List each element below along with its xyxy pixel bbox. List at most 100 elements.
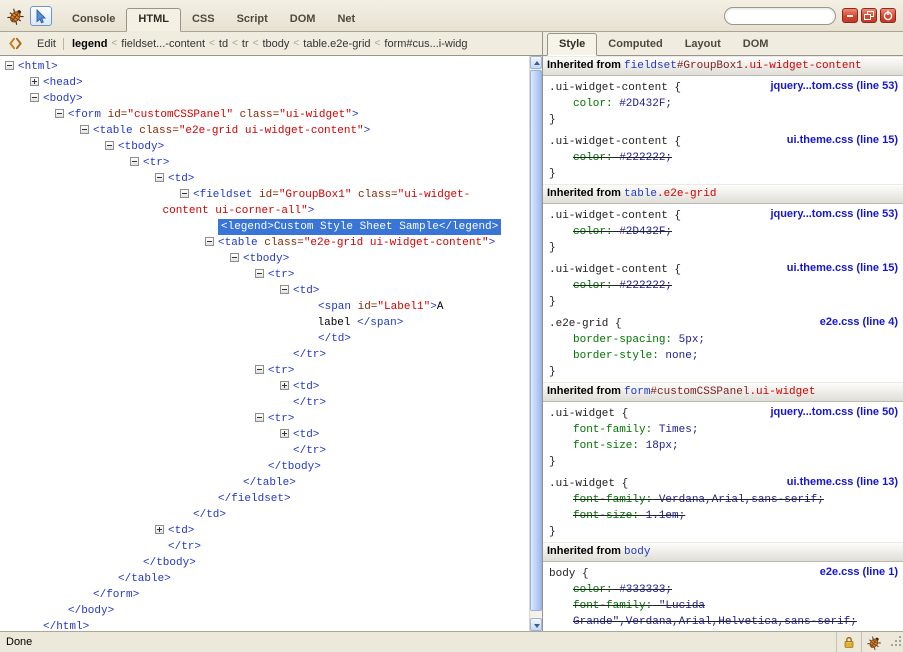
collapse-icon[interactable]: [55, 109, 64, 118]
tree-node-line[interactable]: <table class="e2e-grid ui-widget-content…: [0, 123, 529, 139]
tree-node-line[interactable]: </table>: [0, 571, 529, 587]
stylesheet-link[interactable]: jquery...tom.css (line 53): [770, 208, 898, 220]
search-input[interactable]: [724, 7, 836, 25]
stylesheet-link[interactable]: jquery...tom.css (line 53): [770, 80, 898, 92]
css-declaration[interactable]: font-family: Times;: [549, 422, 883, 438]
side-tab-computed[interactable]: Computed: [597, 34, 673, 55]
tree-node-line[interactable]: <tbody>: [0, 139, 529, 155]
tab-console[interactable]: Console: [61, 8, 126, 31]
tab-script[interactable]: Script: [226, 8, 279, 31]
resize-grip-icon[interactable]: [887, 632, 903, 652]
power-off-button[interactable]: [880, 8, 896, 23]
css-declaration[interactable]: font-size: 18px;: [549, 438, 883, 454]
tree-node-line[interactable]: </tbody>: [0, 459, 529, 475]
tab-html[interactable]: HTML: [126, 8, 181, 32]
css-declaration[interactable]: color: #222222;: [549, 150, 883, 166]
tree-node-line[interactable]: </body>: [0, 603, 529, 619]
expand-icon[interactable]: [155, 525, 164, 534]
tree-node-line[interactable]: </form>: [0, 587, 529, 603]
edit-html-icon[interactable]: [4, 34, 26, 54]
inspect-element-button[interactable]: [30, 6, 52, 26]
tree-node-line[interactable]: <legend>Custom Style Sheet Sample</legen…: [0, 219, 529, 235]
tree-node-line[interactable]: <form id="customCSSPanel" class="ui-widg…: [0, 107, 529, 123]
collapse-icon[interactable]: [180, 189, 189, 198]
scrollbar-thumb[interactable]: [530, 70, 542, 611]
firebug-menu-icon[interactable]: [5, 6, 27, 26]
css-declaration[interactable]: font-size: 80%;: [549, 630, 883, 631]
detach-window-button[interactable]: [861, 8, 877, 23]
expand-icon[interactable]: [30, 77, 39, 86]
tree-node-line[interactable]: label </span>: [0, 315, 529, 331]
stylesheet-link[interactable]: e2e.css (line 1): [820, 566, 898, 578]
css-declaration[interactable]: color: #2D432F;: [549, 224, 883, 240]
css-declaration[interactable]: font-size: 1.1em;: [549, 508, 883, 524]
side-tab-layout[interactable]: Layout: [674, 34, 732, 55]
tree-node-line[interactable]: <tr>: [0, 363, 529, 379]
breadcrumb-item[interactable]: fieldset...-content: [117, 38, 209, 50]
tree-node-line[interactable]: <tbody>: [0, 251, 529, 267]
collapse-icon[interactable]: [230, 253, 239, 262]
collapse-icon[interactable]: [5, 61, 14, 70]
tree-node-line[interactable]: <tr>: [0, 267, 529, 283]
css-declaration[interactable]: color: #2D432F;: [549, 96, 883, 112]
breadcrumb-item[interactable]: legend: [68, 38, 111, 50]
tree-node-line[interactable]: <td>: [0, 283, 529, 299]
breadcrumb-item[interactable]: form#cus...i-widg: [380, 38, 471, 50]
tree-node-line[interactable]: content ui-corner-all">: [0, 203, 529, 219]
tree-node-line[interactable]: </tr>: [0, 347, 529, 363]
css-declaration[interactable]: font-family: Verdana,Arial,sans-serif;: [549, 492, 883, 508]
collapse-icon[interactable]: [105, 141, 114, 150]
collapse-icon[interactable]: [255, 413, 264, 422]
tree-node-line[interactable]: <html>: [0, 59, 529, 75]
collapse-icon[interactable]: [255, 269, 264, 278]
tree-node-line[interactable]: <body>: [0, 91, 529, 107]
tab-dom[interactable]: DOM: [279, 8, 327, 31]
css-declaration[interactable]: border-spacing: 5px;: [549, 332, 883, 348]
tree-node-line[interactable]: <table class="e2e-grid ui-widget-content…: [0, 235, 529, 251]
collapse-icon[interactable]: [30, 93, 39, 102]
expand-icon[interactable]: [280, 429, 289, 438]
tree-node-line[interactable]: </tr>: [0, 395, 529, 411]
tree-node-line[interactable]: <td>: [0, 379, 529, 395]
collapse-icon[interactable]: [205, 237, 214, 246]
scroll-down-button[interactable]: [530, 618, 542, 631]
breadcrumb-item[interactable]: tr: [238, 38, 253, 50]
collapse-icon[interactable]: [80, 125, 89, 134]
selected-node[interactable]: <legend>Custom Style Sheet Sample</legen…: [218, 219, 501, 235]
css-declaration[interactable]: color: #222222;: [549, 278, 883, 294]
stylesheet-link[interactable]: e2e.css (line 4): [820, 316, 898, 328]
tree-node-line[interactable]: <tr>: [0, 411, 529, 427]
collapse-icon[interactable]: [130, 157, 139, 166]
minimize-button[interactable]: [842, 8, 858, 23]
expand-icon[interactable]: [280, 381, 289, 390]
section-selector[interactable]: table.e2e-grid: [624, 188, 716, 200]
tree-node-line[interactable]: </tr>: [0, 539, 529, 555]
section-selector[interactable]: form#customCSSPanel.ui-widget: [624, 386, 815, 398]
tab-css[interactable]: CSS: [181, 8, 226, 31]
tree-node-line[interactable]: <tr>: [0, 155, 529, 171]
breadcrumb-item[interactable]: tbody: [259, 38, 294, 50]
stylesheet-link[interactable]: ui.theme.css (line 13): [787, 476, 898, 488]
css-declaration[interactable]: font-family: "Lucida Grande",Verdana,Ari…: [549, 598, 883, 630]
tree-node-line[interactable]: <td>: [0, 523, 529, 539]
security-lock-icon[interactable]: [836, 632, 861, 652]
breadcrumb-item[interactable]: table.e2e-grid: [299, 38, 374, 50]
tree-node-line[interactable]: </tbody>: [0, 555, 529, 571]
edit-button[interactable]: Edit: [29, 38, 63, 50]
scroll-up-button[interactable]: [530, 56, 542, 69]
tree-scrollbar[interactable]: [529, 56, 542, 631]
tree-node-line[interactable]: </fieldset>: [0, 491, 529, 507]
breadcrumb-item[interactable]: td: [215, 38, 232, 50]
tree-node-line[interactable]: </html>: [0, 619, 529, 631]
tree-node-line[interactable]: <td>: [0, 427, 529, 443]
tree-node-line[interactable]: </td>: [0, 331, 529, 347]
side-tab-dom[interactable]: DOM: [732, 34, 780, 55]
tree-node-line[interactable]: <fieldset id="GroupBox1" class="ui-widge…: [0, 187, 529, 203]
css-declaration[interactable]: color: #333333;: [549, 582, 883, 598]
section-selector[interactable]: fieldset#GroupBox1.ui-widget-content: [624, 60, 862, 72]
collapse-icon[interactable]: [255, 365, 264, 374]
stylesheet-link[interactable]: ui.theme.css (line 15): [787, 134, 898, 146]
tree-node-line[interactable]: </tr>: [0, 443, 529, 459]
side-tab-style[interactable]: Style: [547, 33, 597, 56]
tab-net[interactable]: Net: [326, 8, 366, 31]
